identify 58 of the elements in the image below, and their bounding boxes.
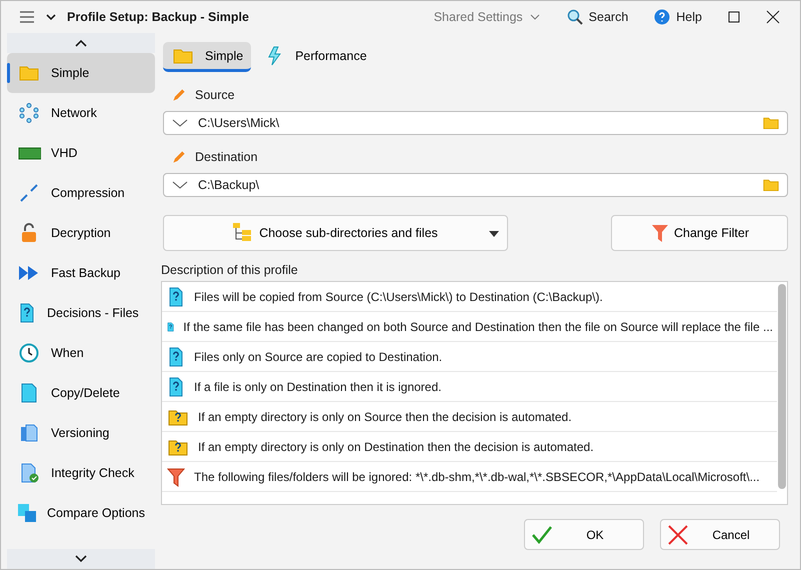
maximize-icon — [728, 11, 740, 23]
description-text: The following files/folders will be ignored: *\*.db-shm,*\*.db-wal,*\*.SBSECOR,*\AppData\Local\Microsoft\... — [194, 470, 760, 484]
choose-subdirectories-button[interactable]: Choose sub-directories and files — [163, 215, 508, 251]
pencil-icon — [171, 149, 187, 165]
sidebar-item[interactable]: When — [7, 333, 155, 373]
tab[interactable]: Performance — [257, 42, 375, 72]
sidebar-item[interactable]: Network — [7, 93, 155, 133]
sidebar-item[interactable]: Versioning — [7, 413, 155, 453]
sidebar-item[interactable]: Simple — [7, 53, 155, 93]
close-icon — [766, 10, 780, 24]
shared-settings-dropdown[interactable]: Shared Settings — [426, 6, 549, 28]
funnel-icon — [650, 223, 670, 243]
source-label: Source — [195, 88, 235, 102]
ok-button[interactable]: OK — [524, 519, 644, 550]
description-text: If a file is only on Destination then it is ignored. — [194, 380, 442, 394]
chevron-down-icon — [172, 117, 188, 129]
search-icon — [566, 9, 583, 25]
description-text: If an empty directory is only on Destination then the decision is automated. — [198, 440, 594, 454]
window-title: Profile Setup: Backup - Simple — [67, 10, 250, 24]
chevron-down-icon — [75, 555, 87, 563]
scroll-up-button[interactable] — [7, 33, 155, 53]
sidebar-item[interactable]: Compare Options — [7, 493, 155, 533]
sidebar-item[interactable]: VHD — [7, 133, 155, 173]
sidebar-item[interactable]: Compression — [7, 173, 155, 213]
chevron-up-icon — [75, 39, 87, 47]
search-button[interactable]: Search — [558, 5, 636, 29]
funnel-icon — [166, 466, 186, 486]
destination-field[interactable]: C:\Backup\ — [163, 173, 788, 197]
description-text: Files will be copied from Source (C:\Users\Mick\) to Destination (C:\Backup\). — [194, 290, 603, 304]
change-filter-button[interactable]: Change Filter — [611, 215, 788, 251]
cancel-button[interactable]: Cancel — [660, 519, 780, 550]
network-icon — [17, 103, 41, 123]
folder-icon — [763, 177, 779, 193]
tab[interactable]: Simple — [163, 42, 252, 72]
source-field[interactable]: C:\Users\Mick\ — [163, 111, 788, 135]
folder-icon — [763, 115, 779, 131]
scrollbar[interactable] — [778, 284, 786, 489]
destination-label: Destination — [195, 150, 258, 164]
pencil-icon — [171, 87, 187, 103]
scroll-down-button[interactable] — [7, 549, 155, 569]
description-label: Description of this profile — [161, 263, 299, 277]
clock-icon — [17, 343, 41, 363]
sidebar-item[interactable]: Integrity Check — [7, 453, 155, 493]
description-text: Files only on Source are copied to Destination. — [194, 350, 442, 364]
help-icon — [654, 9, 670, 25]
sidebar-item[interactable]: Fast Backup — [7, 253, 155, 293]
menu-icon — [19, 10, 35, 24]
sidebar-item[interactable]: Decryption — [7, 213, 155, 253]
compare-files-icon — [17, 503, 38, 523]
description-text: If the same file has been changed on both Source and Destination then the file on Source will replace the file ... — [183, 320, 773, 334]
sidebar-item[interactable]: Copy/Delete — [7, 373, 155, 413]
caret-icon — [489, 231, 499, 237]
cross-icon — [667, 524, 689, 544]
checkmark-icon — [531, 524, 553, 544]
chevron-down-icon — [172, 179, 188, 191]
description-text: If an empty directory is only on Source then the decision is automated. — [198, 410, 572, 424]
help-button[interactable]: Help — [646, 5, 710, 29]
sidebar-item[interactable]: Decisions - Files — [7, 293, 155, 333]
